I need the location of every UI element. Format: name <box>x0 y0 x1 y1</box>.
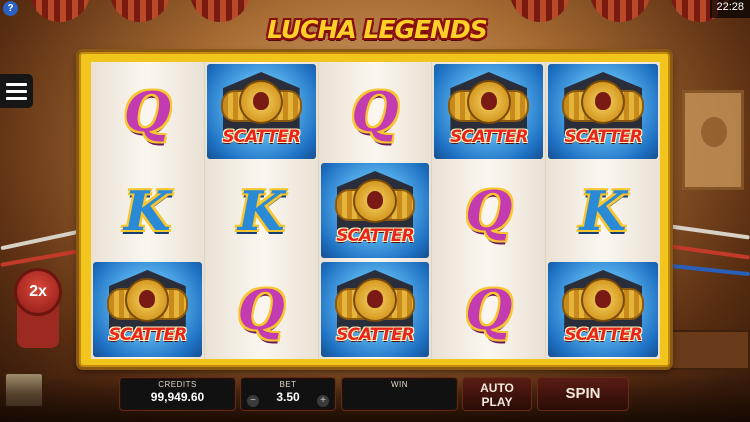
crate-decoration <box>670 330 750 370</box>
scatter-label: SCATTER <box>564 127 643 147</box>
reel-frame: Q K SCATTER SCATTER K Q Q SCATTER SCATTER SCATTER… <box>79 52 670 367</box>
reel-2: SCATTER K Q <box>204 62 319 359</box>
scatter-tile: SCATTER <box>93 262 202 357</box>
scatter-tile: SCATTER <box>206 64 316 159</box>
poster-decoration <box>682 90 744 190</box>
q-letter: Q <box>351 79 399 144</box>
banner-decoration <box>510 0 570 22</box>
scatter-symbol: SCATTER <box>205 62 318 161</box>
banner-decoration <box>30 0 90 22</box>
q-letter: Q <box>465 277 513 342</box>
bet-label: BET <box>279 380 297 389</box>
q-letter: Q <box>237 277 285 342</box>
autoplay-label-line2: PLAY <box>481 395 513 409</box>
scatter-label: SCATTER <box>564 325 643 345</box>
bet-decrease-button[interactable]: − <box>247 395 259 407</box>
scatter-label: SCATTER <box>108 325 188 345</box>
reel-3: Q SCATTER SCATTER <box>318 62 433 359</box>
reel-1: Q K SCATTER <box>91 62 205 359</box>
scatter-label: SCATTER <box>222 127 301 147</box>
multiplier-badge: 2x <box>14 268 62 316</box>
lucha-mask-icon <box>466 80 511 124</box>
scatter-tile: SCATTER <box>320 163 430 258</box>
scatter-symbol: SCATTER <box>91 260 204 359</box>
credits-display: CREDITS 99,949.60 <box>119 377 236 411</box>
autoplay-label-line1: AUTO <box>480 381 514 395</box>
autoplay-button[interactable]: AUTO PLAY <box>462 377 532 411</box>
q-symbol: Q <box>319 62 432 161</box>
lucha-mask-icon <box>581 80 626 124</box>
help-button[interactable]: ? <box>3 1 18 16</box>
k-letter: K <box>579 178 627 243</box>
scatter-tile: SCATTER <box>548 64 658 159</box>
ring-rope <box>0 229 80 251</box>
logo-text: LUCHA LEGENDS <box>267 15 487 44</box>
scatter-tile: SCATTER <box>320 262 430 357</box>
scatter-symbol: SCATTER <box>546 260 660 359</box>
win-label: WIN <box>390 380 409 389</box>
reel-4: SCATTER Q Q <box>432 62 547 359</box>
k-letter: K <box>237 178 285 243</box>
bet-display: BET 3.50 − + <box>240 377 336 411</box>
q-symbol: Q <box>205 260 318 359</box>
credits-value: 99,949.60 <box>150 390 205 404</box>
q-symbol: Q <box>91 62 204 161</box>
hamburger-menu-icon[interactable] <box>0 74 33 108</box>
game-logo: LUCHA LEGENDS <box>258 8 496 52</box>
scatter-symbol: SCATTER <box>432 62 545 161</box>
scatter-label: SCATTER <box>336 226 415 246</box>
scatter-tile: SCATTER <box>548 262 658 357</box>
ring-rope <box>670 244 750 260</box>
lucha-mask-icon <box>239 80 284 124</box>
ring-rope <box>670 224 750 240</box>
lucha-mask-icon <box>352 179 397 223</box>
k-letter: K <box>123 178 171 243</box>
k-symbol: K <box>205 161 318 260</box>
win-display: WIN <box>341 377 458 411</box>
banner-decoration <box>590 0 650 22</box>
clock-time: 22:28 <box>710 0 750 18</box>
ring-rope <box>670 263 750 277</box>
ring-rope <box>0 249 80 267</box>
credits-label: CREDITS <box>158 380 197 389</box>
scatter-symbol: SCATTER <box>546 62 660 161</box>
q-symbol: Q <box>432 260 545 359</box>
spin-button[interactable]: SPIN <box>537 377 629 411</box>
lucha-mask-icon <box>581 278 626 322</box>
scatter-tile: SCATTER <box>434 64 544 159</box>
q-symbol: Q <box>432 161 545 260</box>
scatter-symbol: SCATTER <box>319 161 432 260</box>
reel-5: SCATTER K SCATTER <box>546 62 660 359</box>
q-letter: Q <box>465 178 513 243</box>
bet-increase-button[interactable]: + <box>317 395 329 407</box>
k-symbol: K <box>91 161 204 260</box>
banner-decoration <box>190 0 250 22</box>
q-letter: Q <box>123 79 171 144</box>
reel-grid: Q K SCATTER SCATTER K Q Q SCATTER SCATTER SCATTER… <box>91 62 660 359</box>
scatter-label: SCATTER <box>336 325 415 345</box>
banner-decoration <box>110 0 170 22</box>
k-symbol: K <box>546 161 660 260</box>
lucha-mask-icon <box>352 278 397 322</box>
scatter-label: SCATTER <box>450 127 529 147</box>
scatter-symbol: SCATTER <box>319 260 432 359</box>
